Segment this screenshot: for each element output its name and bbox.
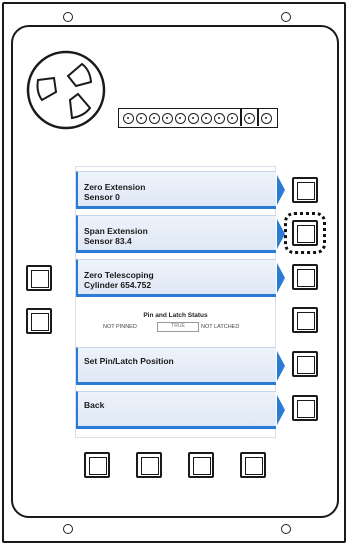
connector-pin <box>136 113 147 124</box>
connector-pin <box>227 113 238 124</box>
right-hardware-button-2[interactable] <box>292 220 318 246</box>
connector-pin <box>244 113 255 124</box>
connector-pin <box>188 113 199 124</box>
connector-pin <box>149 113 160 124</box>
connector-divider <box>240 109 242 126</box>
connector-pin <box>201 113 212 124</box>
zero-telescoping-button[interactable]: Zero Telescoping Cylinder 654.752 <box>76 259 285 297</box>
right-hardware-button-4[interactable] <box>292 307 318 333</box>
pin-status: NOT PINNED <box>103 324 137 330</box>
back-button[interactable]: Back <box>76 391 285 429</box>
bottom-hardware-button-3[interactable] <box>188 452 214 478</box>
span-extension-label: Span Extension <box>84 226 148 236</box>
set-pin-latch-button[interactable]: Set Pin/Latch Position <box>76 347 285 385</box>
connector-pin <box>214 113 225 124</box>
left-hardware-button-2[interactable] <box>26 308 52 334</box>
pin-latch-status-title: Pin and Latch Status <box>143 312 208 319</box>
set-pin-latch-label: Set Pin/Latch Position <box>84 356 174 366</box>
cylinder-value: Cylinder 654.752 <box>84 280 152 290</box>
span-sensor-value: Sensor 83.4 <box>84 236 132 246</box>
latch-status: NOT LATCHED <box>201 324 240 330</box>
right-hardware-button-3[interactable] <box>292 264 318 290</box>
right-hardware-button-5[interactable] <box>292 351 318 377</box>
mount-hole-top-left <box>63 12 73 22</box>
connector-pin <box>175 113 186 124</box>
connector-pin <box>162 113 173 124</box>
bottom-hardware-button-2[interactable] <box>136 452 162 478</box>
speaker-icon <box>26 50 106 130</box>
mount-hole-bottom-left <box>63 524 73 534</box>
span-extension-button[interactable]: Span Extension Sensor 83.4 <box>76 215 285 253</box>
extension-sensor-value: Sensor 0 <box>84 192 120 202</box>
zero-extension-button[interactable]: Zero Extension Sensor 0 <box>76 171 285 209</box>
back-label: Back <box>84 400 105 410</box>
bottom-hardware-button-4[interactable] <box>240 452 266 478</box>
connector-strip <box>118 108 278 128</box>
mount-hole-bottom-right <box>281 524 291 534</box>
status-indicator: TRUE <box>157 322 199 332</box>
pin-latch-status-row: NOT PINNED TRUE NOT LATCHED <box>75 322 276 332</box>
left-hardware-button-1[interactable] <box>26 265 52 291</box>
right-hardware-button-6[interactable] <box>292 395 318 421</box>
connector-divider <box>257 109 259 126</box>
zero-extension-label: Zero Extension <box>84 182 146 192</box>
bottom-hardware-button-1[interactable] <box>84 452 110 478</box>
right-hardware-button-1[interactable] <box>292 177 318 203</box>
zero-telescoping-label: Zero Telescoping <box>84 270 154 280</box>
mount-hole-top-right <box>281 12 291 22</box>
connector-pin <box>123 113 134 124</box>
